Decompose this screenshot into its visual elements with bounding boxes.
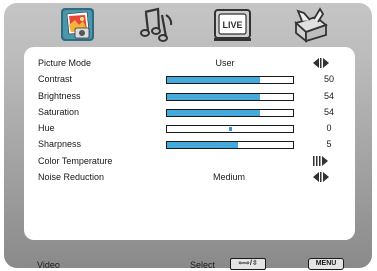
hue-slider[interactable] — [166, 125, 294, 133]
contrast-value: 50 — [323, 74, 334, 84]
hue-label: Hue — [38, 123, 55, 133]
contrast-slider[interactable] — [166, 76, 294, 84]
noise-reduction-label: Noise Reduction — [38, 172, 105, 182]
saturation-value: 54 — [323, 107, 334, 117]
tab-picture[interactable] — [57, 5, 97, 45]
saturation-slider[interactable] — [166, 109, 294, 117]
sharpness-slider[interactable] — [166, 141, 294, 149]
noise-reduction-value[interactable]: Medium — [199, 172, 259, 183]
hue-value: 0 — [326, 123, 332, 133]
brightness-slider[interactable] — [166, 93, 294, 101]
music-icon — [140, 7, 173, 42]
tab-music[interactable] — [138, 5, 178, 45]
sharpness-value: 5 — [326, 139, 332, 149]
menu-key-hint: MENU — [308, 258, 344, 270]
picture-mode-value[interactable]: User — [195, 58, 255, 69]
color-temperature-label[interactable]: Color Temperature — [38, 156, 112, 167]
saturation-label: Saturation — [38, 107, 80, 117]
left-right-arrows-icon[interactable] — [312, 172, 330, 182]
tab-live[interactable]: LIVE — [212, 5, 252, 45]
sharpness-label: Sharpness — [38, 139, 82, 149]
tab-setup[interactable] — [290, 5, 330, 45]
source-label: Video — [37, 260, 60, 270]
picture-mode-label: Picture Mode — [38, 58, 92, 68]
navigation-keys-hint: ⇦⇨/⇳ — [230, 258, 266, 270]
enter-arrow-icon[interactable] — [312, 156, 330, 166]
select-hint: Select — [190, 260, 216, 270]
hue-marker — [228, 127, 232, 131]
osd-menu: LIVE Picture Mode User Contrast 50 Brigh… — [4, 3, 372, 270]
brightness-level — [167, 94, 261, 100]
contrast-level — [167, 77, 261, 83]
saturation-level — [167, 110, 261, 116]
contrast-label: Contrast — [38, 74, 73, 84]
live-tv-icon: LIVE — [214, 9, 251, 41]
left-right-arrows-icon[interactable] — [312, 58, 330, 68]
toolbox-icon — [294, 7, 328, 43]
live-tab-label: LIVE — [222, 20, 242, 30]
brightness-label: Brightness — [38, 91, 81, 101]
picture-icon — [61, 8, 94, 41]
sharpness-level — [167, 142, 238, 148]
brightness-value: 54 — [323, 91, 334, 101]
